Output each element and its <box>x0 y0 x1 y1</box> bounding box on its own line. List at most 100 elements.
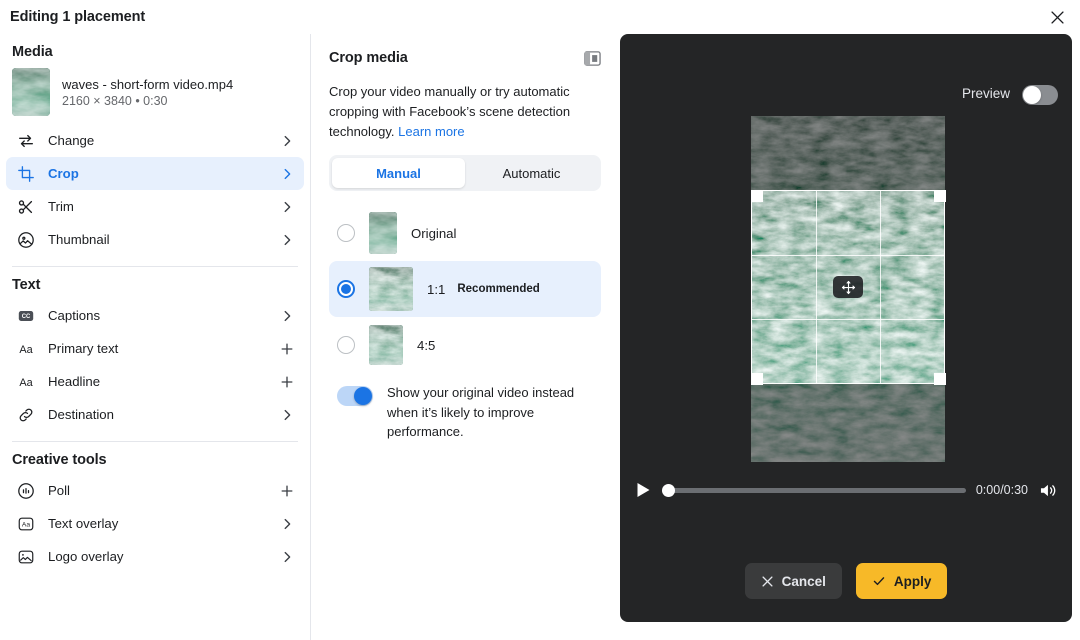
crop-handle-bottom-left[interactable] <box>750 372 763 385</box>
aspect-option-labels: 1:1 Recommended <box>427 282 540 297</box>
chevron-right-icon <box>280 134 294 148</box>
radio-4-5[interactable] <box>337 336 355 355</box>
move-arrows-icon <box>841 280 855 294</box>
crop-media-panel: Crop media Crop your video manually or t… <box>311 34 619 640</box>
sidebar-item-trim[interactable]: Trim <box>6 190 304 223</box>
sidebar-item-logo-overlay[interactable]: Logo overlay <box>6 540 304 573</box>
sidebar-item-label: Primary text <box>48 341 119 356</box>
tab-automatic[interactable]: Automatic <box>465 158 598 188</box>
sidebar-item-label: Destination <box>48 407 114 422</box>
section-title-creative-tools: Creative tools <box>12 452 107 468</box>
chevron-right-icon <box>280 517 294 531</box>
aspect-thumb-4-5 <box>369 325 403 366</box>
section-title-text: Text <box>12 277 41 293</box>
dialog-body: Media waves - short-form video.mp4 2160 … <box>0 34 1080 640</box>
editor-dialog: Editing 1 placement Media waves - short-… <box>0 0 1080 640</box>
chevron-right-icon <box>280 550 294 564</box>
crop-panel-header: Crop media <box>329 50 601 72</box>
side-panel-icon[interactable] <box>584 50 601 72</box>
close-icon <box>762 575 773 587</box>
learn-more-link[interactable]: Learn more <box>398 124 464 139</box>
radio-1-1[interactable] <box>337 280 355 299</box>
crop-move-handle[interactable] <box>833 276 863 298</box>
sidebar-item-captions[interactable]: CC Captions <box>6 299 304 332</box>
water-thumb-graphic <box>369 267 413 312</box>
cancel-button[interactable]: Cancel <box>744 563 842 599</box>
cancel-button-label: Cancel <box>781 573 826 589</box>
closed-caption-icon: CC <box>16 306 36 326</box>
dialog-titlebar: Editing 1 placement <box>0 0 1080 34</box>
apply-button-label: Apply <box>893 573 932 589</box>
water-thumb-graphic <box>369 325 403 366</box>
crop-panel-description: Crop your video manually or try automati… <box>329 82 601 141</box>
check-icon <box>873 577 885 586</box>
aspect-option-name: Original <box>411 225 457 241</box>
aspect-option-name: 4:5 <box>417 337 436 353</box>
text-aa-icon: Aa <box>16 372 36 392</box>
tab-manual[interactable]: Manual <box>332 158 465 189</box>
original-video-toggle-row: Show your original video instead when it… <box>329 373 601 442</box>
crop-handle-bottom-right[interactable] <box>933 372 946 385</box>
dialog-footer: Cancel Apply <box>620 540 1072 622</box>
volume-on-icon <box>1040 484 1055 496</box>
svg-text:Aa: Aa <box>19 377 33 389</box>
sidebar-item-label: Poll <box>48 483 70 498</box>
volume-button[interactable] <box>1038 480 1058 500</box>
media-file-meta: 2160 × 3840 • 0:30 <box>62 93 168 108</box>
plus-icon <box>280 484 294 498</box>
chevron-right-icon <box>280 233 294 247</box>
crop-gridline <box>752 318 944 320</box>
video-stage <box>620 34 1072 504</box>
sidebar-item-change[interactable]: Change <box>6 124 304 157</box>
crop-selection-box[interactable] <box>750 189 946 385</box>
media-file-row[interactable]: waves - short-form video.mp4 2160 × 3840… <box>0 66 310 124</box>
text-aa-icon: Aa <box>16 339 36 359</box>
radio-original[interactable] <box>337 224 355 243</box>
page-title: Editing 1 placement <box>10 9 146 25</box>
aspect-option-1-1[interactable]: 1:1 Recommended <box>329 261 601 318</box>
svg-text:Aa: Aa <box>19 344 33 356</box>
close-icon <box>1050 10 1064 24</box>
sidebar-item-label: Trim <box>48 199 74 214</box>
photo-circle-icon <box>16 230 36 250</box>
sidebar-item-poll[interactable]: Poll <box>6 474 304 507</box>
crop-dim-bottom <box>751 384 945 462</box>
sidebar-item-label: Logo overlay <box>48 549 124 564</box>
video-player-controls: 0:00/0:30 <box>620 472 1072 508</box>
aspect-option-original[interactable]: Original <box>329 205 601 261</box>
seek-thumb[interactable] <box>662 483 675 497</box>
sidebar-item-destination[interactable]: Destination <box>6 398 304 431</box>
chevron-right-icon <box>280 200 294 214</box>
seek-track <box>662 487 966 493</box>
crop-mode-tabs: Manual Automatic <box>329 155 601 192</box>
sidebar-item-thumbnail[interactable]: Thumbnail <box>6 223 304 256</box>
section-title-media: Media <box>12 44 53 60</box>
play-button[interactable] <box>634 481 652 499</box>
play-icon <box>637 483 649 497</box>
seek-bar[interactable] <box>662 480 966 500</box>
chevron-right-icon <box>280 309 294 323</box>
crop-handle-top-right[interactable] <box>933 189 946 202</box>
crop-handle-top-left[interactable] <box>750 189 763 202</box>
sidebar-item-text-overlay[interactable]: Aa Text overlay <box>6 507 304 540</box>
sidebar-item-label: Headline <box>48 374 101 389</box>
sidebar-item-label: Text overlay <box>48 516 119 531</box>
aspect-thumb-original <box>369 212 397 255</box>
crop-gridline <box>815 191 817 383</box>
svg-text:CC: CC <box>22 314 31 320</box>
sidebar-item-label: Crop <box>48 166 79 181</box>
media-thumbnail <box>12 68 50 116</box>
sidebar-item-headline[interactable]: Aa Headline <box>6 365 304 398</box>
water-thumb-graphic <box>12 68 50 116</box>
sidebar-item-primary-text[interactable]: Aa Primary text <box>6 332 304 365</box>
close-dialog-button[interactable] <box>1042 2 1072 32</box>
time-display: 0:00/0:30 <box>975 483 1028 497</box>
original-video-toggle-label: Show your original video instead when it… <box>387 385 575 440</box>
original-video-toggle[interactable] <box>337 386 373 407</box>
aspect-option-4-5[interactable]: 4:5 <box>329 317 601 373</box>
left-sidebar: Media waves - short-form video.mp4 2160 … <box>0 34 310 640</box>
apply-button[interactable]: Apply <box>855 563 948 599</box>
sidebar-item-crop[interactable]: Crop <box>6 157 304 190</box>
image-overlay-icon <box>16 547 36 567</box>
chevron-right-icon <box>280 408 294 422</box>
